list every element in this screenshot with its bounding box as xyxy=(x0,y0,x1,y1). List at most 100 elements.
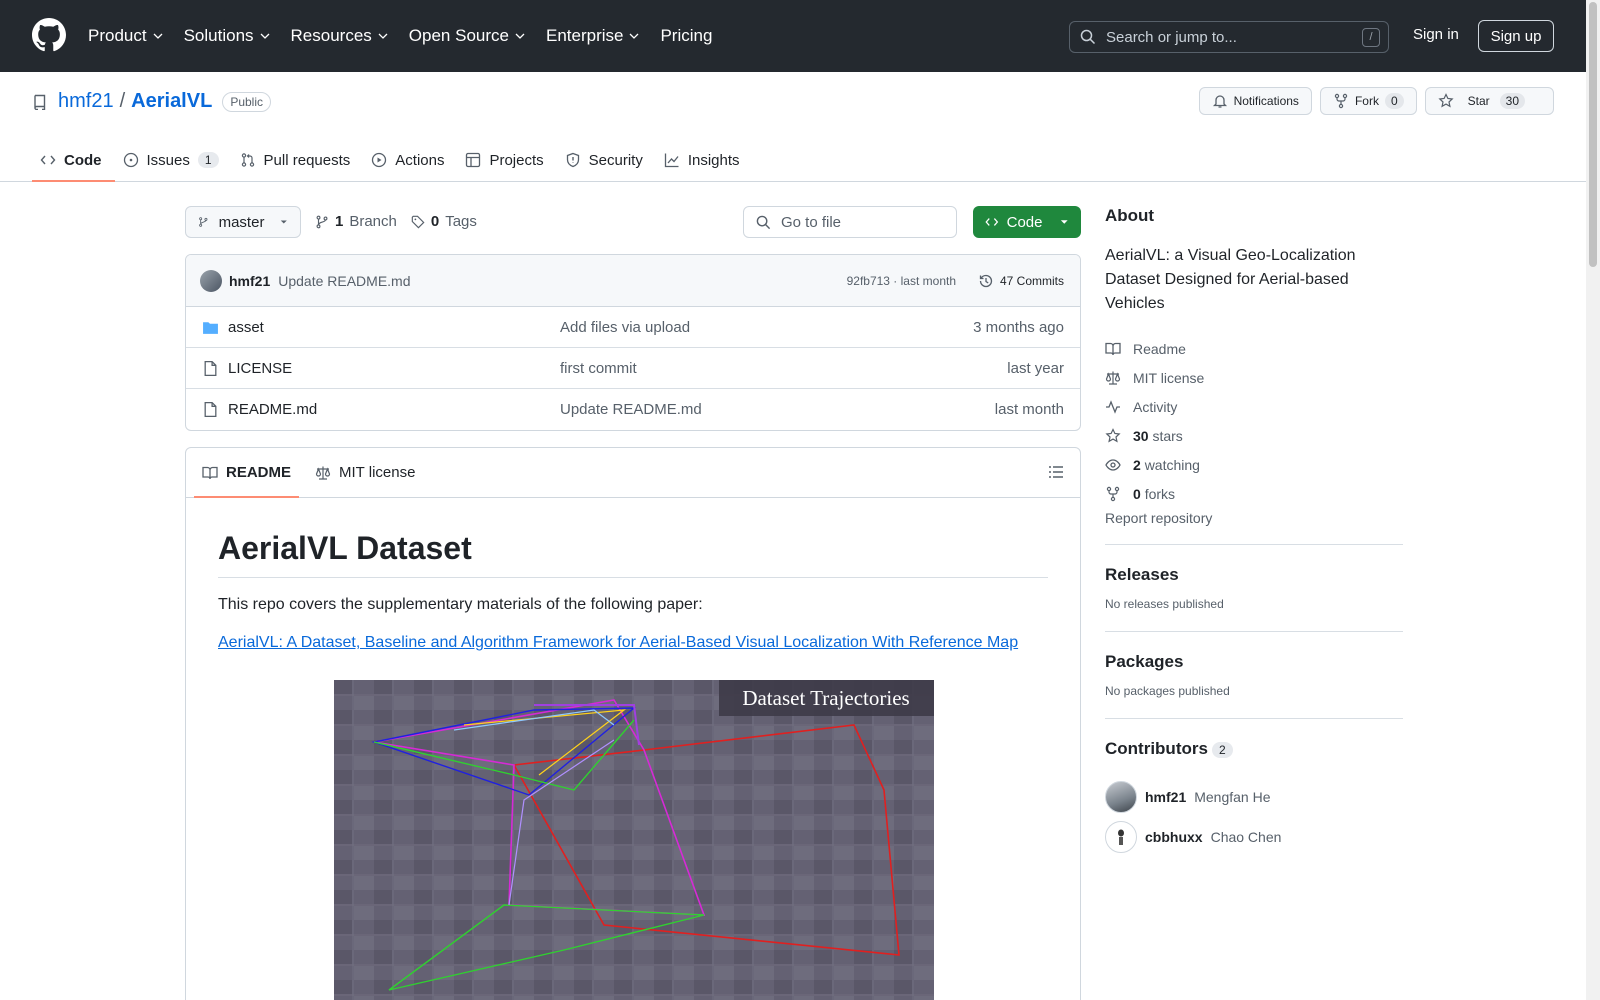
folder-icon xyxy=(203,321,218,334)
nav-enterprise[interactable]: Enterprise xyxy=(546,26,640,46)
file-icon xyxy=(204,360,217,376)
file-commit-message[interactable]: Update README.md xyxy=(560,401,702,418)
forks-link[interactable]: 0 forks xyxy=(1105,479,1403,508)
readme-link[interactable]: Readme xyxy=(1105,334,1403,363)
stars-link[interactable]: 30 stars xyxy=(1105,421,1403,450)
tab-security[interactable]: Security xyxy=(557,138,656,182)
commits-link[interactable]: 47 Commits xyxy=(978,273,1064,289)
code-icon xyxy=(40,155,56,165)
packages-section: Packages No packages published xyxy=(1105,631,1403,718)
readme-content: AerialVL Dataset This repo covers the su… xyxy=(186,498,1080,684)
history-icon xyxy=(979,274,993,287)
repo-title: hmf21 / AerialVL Public xyxy=(32,90,271,113)
tab-label: Projects xyxy=(489,151,544,169)
paper-link[interactable]: AerialVL: A Dataset, Baseline and Algori… xyxy=(218,634,1018,651)
releases-title[interactable]: Releases xyxy=(1105,565,1403,585)
repo-tabs: Code Issues 1 Pull requests Actions Proj… xyxy=(32,138,753,182)
contributor-name: Chao Chen xyxy=(1210,829,1282,845)
tab-label: Insights xyxy=(687,151,740,169)
search-input[interactable]: Search or jump to... / xyxy=(1069,21,1389,53)
list-item[interactable]: cbbhuxx Chao Chen xyxy=(1105,817,1403,857)
tab-insights[interactable]: Insights xyxy=(656,138,753,182)
stars-label: stars xyxy=(1152,427,1183,444)
nav-label: Open Source xyxy=(408,26,509,45)
star-button[interactable]: Star 30 xyxy=(1424,87,1554,115)
avatar[interactable] xyxy=(1105,821,1137,853)
image-caption: Dataset Trajectories xyxy=(742,686,909,710)
github-logo-icon[interactable] xyxy=(32,18,66,52)
table-row[interactable]: asset Add files via upload 3 months ago xyxy=(186,307,1080,348)
list-item[interactable]: hmf21 Mengfan He xyxy=(1105,777,1403,817)
list-unordered-icon[interactable] xyxy=(1048,464,1064,480)
book-icon xyxy=(1105,342,1121,355)
commit-meta[interactable]: 92fb713 · last month xyxy=(847,274,956,288)
file-name[interactable]: asset xyxy=(228,319,264,336)
issue-icon xyxy=(123,152,138,168)
commit-message[interactable]: Update README.md xyxy=(278,273,410,289)
repo-owner-link[interactable]: hmf21 xyxy=(58,90,114,113)
avatar[interactable] xyxy=(1105,781,1137,813)
readme-intro: This repo covers the supplementary mater… xyxy=(218,596,703,613)
table-row[interactable]: LICENSE first commit last year xyxy=(186,348,1080,389)
watching-link[interactable]: 2 watching xyxy=(1105,450,1403,479)
packages-title[interactable]: Packages xyxy=(1105,652,1403,672)
tab-issues[interactable]: Issues 1 xyxy=(115,138,232,182)
file-time: 3 months ago xyxy=(973,318,1064,336)
code-dropdown-button[interactable]: Code xyxy=(973,206,1081,238)
tag-count: 0 xyxy=(430,213,440,230)
tab-label: Actions xyxy=(395,151,445,169)
branch-select[interactable]: master xyxy=(185,206,301,238)
tab-label: Code xyxy=(64,151,102,169)
nav-product[interactable]: Product xyxy=(88,26,164,46)
forks-label: forks xyxy=(1144,485,1176,502)
repo-actions: Notifications Fork 0 Star 30 xyxy=(1198,87,1554,115)
commit-author[interactable]: hmf21 xyxy=(229,273,270,289)
file-icon xyxy=(204,401,217,418)
tags-link[interactable]: 0 Tags xyxy=(411,213,477,230)
file-name[interactable]: README.md xyxy=(228,401,317,418)
nav-resources[interactable]: Resources xyxy=(291,26,389,46)
avatar[interactable] xyxy=(200,269,222,292)
tab-license[interactable]: MIT license xyxy=(307,448,423,497)
scrollbar-thumb[interactable] xyxy=(1589,2,1597,267)
report-repository-link[interactable]: Report repository xyxy=(1105,510,1403,526)
nav-pricing[interactable]: Pricing xyxy=(660,26,712,46)
table-icon xyxy=(466,152,481,168)
license-link[interactable]: MIT license xyxy=(1105,363,1403,392)
fork-count: 0 xyxy=(1384,93,1404,109)
notifications-button[interactable]: Notifications xyxy=(1198,87,1312,115)
tab-actions[interactable]: Actions xyxy=(363,138,457,182)
chevron-down-icon xyxy=(630,33,639,39)
go-to-file-input[interactable]: Go to file xyxy=(743,206,957,238)
bell-icon xyxy=(1212,95,1227,108)
nav-open-source[interactable]: Open Source xyxy=(409,26,526,46)
tab-projects[interactable]: Projects xyxy=(457,138,556,182)
page-scrollbar[interactable] xyxy=(1586,0,1600,1000)
fork-button[interactable]: Fork 0 xyxy=(1319,87,1417,115)
visibility-badge: Public xyxy=(222,91,271,112)
branch-name: master xyxy=(218,213,265,231)
contributors-title[interactable]: Contributors 2 xyxy=(1105,739,1403,759)
repo-name-link[interactable]: AerialVL xyxy=(131,90,212,113)
nav-solutions[interactable]: Solutions xyxy=(184,26,271,46)
pull-request-icon xyxy=(241,153,254,167)
contributor-name: Mengfan He xyxy=(1194,789,1271,805)
notifications-label: Notifications xyxy=(1233,94,1299,108)
caret-down-icon xyxy=(1061,220,1069,224)
repo-header: hmf21 / AerialVL Public Notifications Fo… xyxy=(0,72,1586,182)
tab-code[interactable]: Code xyxy=(32,138,115,182)
file-name[interactable]: LICENSE xyxy=(228,360,292,377)
sign-up-button[interactable]: Sign up xyxy=(1478,20,1554,52)
tab-readme[interactable]: README xyxy=(194,448,300,498)
caret-down-icon xyxy=(281,220,288,224)
file-commit-message[interactable]: first commit xyxy=(560,360,637,377)
book-icon xyxy=(202,466,218,479)
sign-in-link[interactable]: Sign in xyxy=(1413,26,1459,43)
tab-pull-requests[interactable]: Pull requests xyxy=(232,138,364,182)
activity-link[interactable]: Activity xyxy=(1105,392,1403,421)
fork-label: Fork xyxy=(1354,94,1379,108)
table-row[interactable]: README.md Update README.md last month xyxy=(186,389,1080,430)
branches-link[interactable]: 1 Branch xyxy=(315,213,397,230)
file-commit-message[interactable]: Add files via upload xyxy=(560,319,690,336)
contributors-section: Contributors 2 hmf21 Mengfan He cbbhuxx C… xyxy=(1105,718,1403,877)
